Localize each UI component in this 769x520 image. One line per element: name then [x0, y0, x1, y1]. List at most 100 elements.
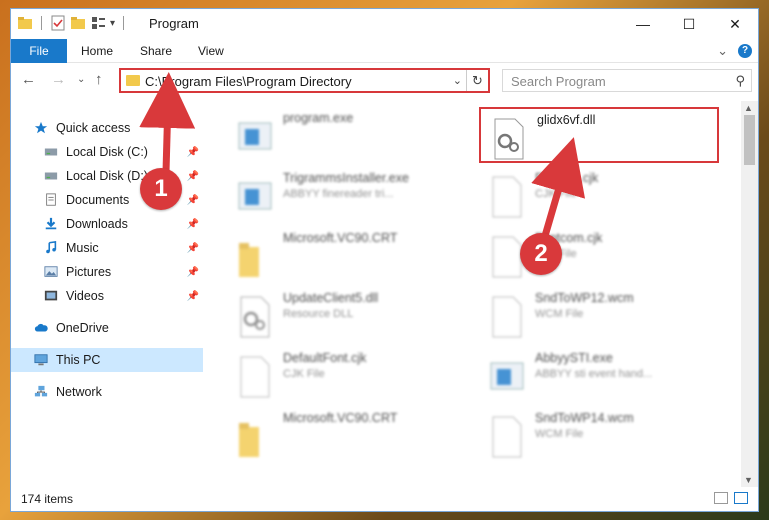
- file-item[interactable]: Microsoft.VC90.CRT: [227, 407, 467, 463]
- sidebar-item-label: This PC: [56, 353, 101, 367]
- window-title: Program: [149, 16, 199, 31]
- file-name: Fasttext.cjk: [535, 171, 599, 185]
- close-button[interactable]: ✕: [712, 9, 758, 39]
- file-name: SndToWP14.wcm: [535, 411, 634, 425]
- new-folder-icon[interactable]: [70, 15, 86, 31]
- minimize-button[interactable]: —: [620, 9, 666, 39]
- file-item[interactable]: Microsoft.VC90.CRT: [227, 227, 467, 283]
- sidebar-item-onedrive[interactable]: OneDrive: [11, 316, 203, 340]
- videos-icon: [44, 290, 58, 301]
- pin-icon[interactable]: 📌: [187, 171, 199, 182]
- file-icon: [492, 296, 522, 338]
- sidebar-item-this-pc[interactable]: This PC: [11, 348, 203, 372]
- toolbar-dropdown-icon[interactable]: ▾: [110, 18, 115, 29]
- folder-icon: [239, 423, 259, 457]
- ribbon-tabs: File Home Share View ⌄ ?: [11, 39, 758, 63]
- forward-icon[interactable]: →: [51, 71, 66, 88]
- expand-ribbon-icon[interactable]: ⌄: [717, 43, 728, 59]
- pin-icon[interactable]: 📌: [187, 267, 199, 278]
- scroll-down-icon[interactable]: ▼: [744, 475, 753, 485]
- file-type: CJK File: [283, 368, 325, 380]
- tab-view[interactable]: View: [184, 39, 238, 63]
- title-bar: ▾ Program — ☐ ✕: [11, 9, 758, 39]
- exe-file-icon: [238, 122, 272, 150]
- file-name: glidx6vf.dll: [537, 113, 596, 127]
- file-item-glidx6vf-dll[interactable]: glidx6vf.dll: [479, 107, 719, 163]
- quick-access-toolbar: ▾: [17, 15, 128, 31]
- scroll-up-icon[interactable]: ▲: [744, 103, 753, 113]
- file-name: SndToWP12.wcm: [535, 291, 634, 305]
- tab-file[interactable]: File: [11, 39, 67, 63]
- sidebar-item-music[interactable]: Music 📌: [11, 236, 203, 260]
- star-icon: [34, 121, 48, 134]
- file-item[interactable]: TrigrammsInstaller.exe ABBYY finereader t…: [227, 167, 467, 223]
- pin-icon[interactable]: 📌: [187, 219, 199, 230]
- tab-home[interactable]: Home: [67, 39, 127, 63]
- pin-icon[interactable]: 📌: [187, 147, 199, 158]
- file-name: UpdateClient5.dll: [283, 291, 379, 305]
- folder-icon: [126, 75, 140, 86]
- file-item[interactable]: DefaultFont.cjk CJK File: [227, 347, 467, 403]
- sidebar-item-label: Pictures: [66, 265, 112, 279]
- file-item[interactable]: UpdateClient5.dll Resource DLL: [227, 287, 467, 343]
- large-icons-view-icon[interactable]: [734, 492, 748, 504]
- drive-icon: [44, 172, 58, 180]
- sidebar-item-local-disk-c[interactable]: Local Disk (C:) 📌: [11, 140, 203, 164]
- file-item[interactable]: AbbyySTI.exe ABBYY sti event hand...: [479, 347, 719, 403]
- file-type: ABBYY finereader tri...: [283, 188, 394, 200]
- address-path[interactable]: C:\Program Files\Program Directory: [145, 74, 352, 89]
- file-name: Microsoft.VC90.CRT: [283, 231, 398, 245]
- file-name: DefaultFont.cjk: [283, 351, 367, 365]
- scrollbar-thumb[interactable]: [744, 115, 755, 165]
- sidebar-item-label: Videos: [66, 289, 104, 303]
- details-view-icon[interactable]: [714, 492, 728, 504]
- step-2-badge: 2: [520, 233, 562, 275]
- maximize-button[interactable]: ☐: [666, 9, 712, 39]
- file-icon: [240, 356, 270, 398]
- documents-icon: [46, 193, 56, 206]
- sidebar-item-label: Documents: [66, 193, 130, 207]
- file-item[interactable]: SndToWP14.wcm WCM File: [479, 407, 719, 463]
- sidebar-item-label: Local Disk (D:): [66, 169, 148, 183]
- step-1-badge: 1: [140, 168, 182, 210]
- view-options-icon[interactable]: [90, 15, 106, 31]
- refresh-icon[interactable]: ↻: [466, 70, 488, 91]
- sidebar-item-pictures[interactable]: Pictures 📌: [11, 260, 203, 284]
- network-icon: [34, 385, 48, 397]
- sidebar-item-quick-access[interactable]: Quick access: [11, 116, 203, 140]
- sidebar-item-network[interactable]: Network: [11, 380, 203, 404]
- vertical-scrollbar[interactable]: ▲ ▼: [741, 101, 758, 487]
- properties-icon[interactable]: [50, 15, 66, 31]
- search-icon[interactable]: ⚲: [735, 73, 745, 89]
- pin-icon[interactable]: 📌: [187, 195, 199, 206]
- file-type: Resource DLL: [283, 308, 354, 320]
- sidebar-item-downloads[interactable]: Downloads 📌: [11, 212, 203, 236]
- pin-icon[interactable]: 📌: [187, 291, 199, 302]
- file-item[interactable]: Fontcom.cjkCJK File: [479, 227, 719, 283]
- file-item[interactable]: SndToWP12.wcm WCM File: [479, 287, 719, 343]
- recent-locations-icon[interactable]: ⌄: [77, 74, 85, 85]
- help-icon[interactable]: ?: [738, 44, 752, 58]
- toolbar-separator: [41, 16, 42, 30]
- sidebar-item-label: Music: [66, 241, 99, 255]
- toolbar-separator: [123, 16, 125, 30]
- file-item[interactable]: program.exe: [227, 107, 467, 163]
- folder-icon[interactable]: [17, 15, 33, 31]
- pc-icon: [34, 354, 48, 366]
- file-name: Microsoft.VC90.CRT: [283, 411, 398, 425]
- file-item[interactable]: Fasttext.cjk CJK File: [479, 167, 719, 223]
- file-name: AbbyySTI.exe: [535, 351, 613, 365]
- drive-icon: [44, 148, 58, 156]
- file-name: program.exe: [283, 111, 354, 125]
- tab-share[interactable]: Share: [126, 39, 186, 63]
- back-icon[interactable]: ←: [21, 71, 36, 88]
- item-count: 174 items: [21, 492, 74, 506]
- search-input[interactable]: Search Program ⚲: [502, 69, 752, 92]
- pin-icon[interactable]: 📌: [187, 243, 199, 254]
- explorer-window: ▾ Program — ☐ ✕ File Home Share View ⌄ ?…: [10, 8, 759, 512]
- sidebar-item-videos[interactable]: Videos 📌: [11, 284, 203, 308]
- address-bar[interactable]: C:\Program Files\Program Directory ⌄ ↻: [119, 68, 490, 93]
- sidebar-item-label: Downloads: [66, 217, 128, 231]
- address-dropdown-icon[interactable]: ⌄: [453, 74, 462, 87]
- up-icon[interactable]: ↑: [95, 71, 103, 88]
